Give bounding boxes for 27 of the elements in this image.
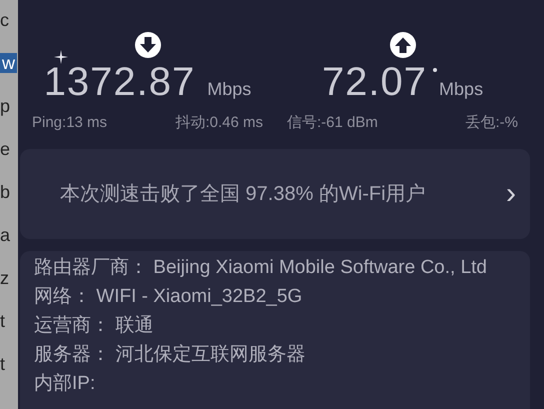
info-row-text: 运营商： 联通 xyxy=(34,314,154,338)
speed-unit: Mbps xyxy=(207,78,252,101)
background-text: e xyxy=(0,139,10,159)
stat-text: 信号:-61 dBm xyxy=(287,113,378,133)
result-banner[interactable]: 本次测速击败了全国 97.38% 的Wi-Fi用户 › xyxy=(20,149,530,239)
background-text: t xyxy=(0,354,6,374)
stat-text: 抖动:0.46 ms xyxy=(175,113,263,133)
result-text: 本次测速击败了全国 97.38% 的Wi-Fi用户 xyxy=(60,182,426,207)
background-text: w xyxy=(0,53,17,73)
info-row-text: 内部IP: xyxy=(34,372,96,396)
background-text: z xyxy=(0,268,9,288)
stat-text: 丢包:-% xyxy=(466,113,518,133)
info-row-text: 服务器： 河北保定互联网服务器 xyxy=(34,343,306,367)
background-text: t xyxy=(0,311,6,331)
background-text: b xyxy=(0,182,10,202)
background-text: c xyxy=(0,10,9,30)
sparkle-icon xyxy=(431,66,439,74)
info-row-text: 网络： WIFI - Xiaomi_32B2_5G xyxy=(34,285,304,309)
speed-value: 1372.87 xyxy=(44,59,196,106)
info-row-text: 路由器厂商： Beijing Xiaomi Mobile Software Co., Ltd xyxy=(34,256,488,280)
chevron-icon: › xyxy=(506,179,516,209)
sparkle-icon xyxy=(54,50,68,64)
background-text: p xyxy=(0,96,10,116)
speed-unit: Mbps xyxy=(439,78,484,101)
background-text: a xyxy=(0,225,10,245)
stat-text: Ping:13 ms xyxy=(32,113,108,133)
speed-value: 72.07 xyxy=(322,59,428,106)
